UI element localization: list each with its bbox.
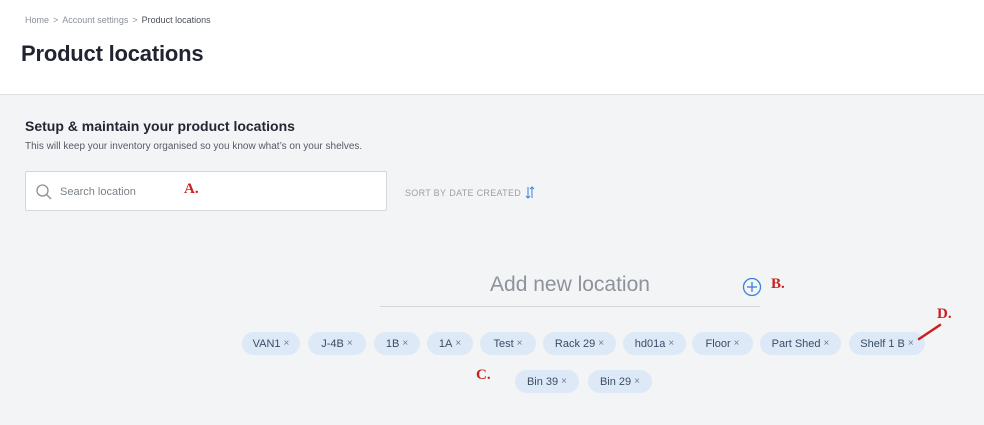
remove-tag-icon[interactable]: × [347, 338, 353, 349]
breadcrumb-separator: > [132, 15, 138, 25]
search-icon [36, 184, 52, 200]
remove-tag-icon[interactable]: × [824, 338, 830, 349]
breadcrumb: Home > Account settings > Product locati… [25, 15, 211, 25]
add-location-input[interactable] [380, 266, 760, 304]
remove-tag-icon[interactable]: × [284, 338, 290, 349]
location-tag-label: Part Shed [771, 337, 821, 350]
remove-tag-icon[interactable]: × [634, 376, 640, 387]
remove-tag-icon[interactable]: × [455, 338, 461, 349]
page-header: Home > Account settings > Product locati… [0, 0, 984, 95]
annotation-c: C. [476, 367, 491, 383]
location-tag-label: J-4B [321, 337, 344, 350]
remove-tag-icon[interactable]: × [668, 338, 674, 349]
location-tag[interactable]: Test × [480, 332, 536, 355]
page-title: Product locations [21, 41, 204, 66]
sort-value[interactable]: DATE CREATED [449, 188, 521, 198]
sort-control[interactable]: SORT BY DATE CREATED [405, 186, 535, 199]
location-tag[interactable]: Shelf 1 B × [849, 332, 925, 355]
location-tag-label: 1B [385, 337, 400, 350]
section-description: This will keep your inventory organised … [25, 141, 363, 152]
search-input[interactable] [60, 182, 200, 202]
search-box [25, 171, 387, 211]
add-circle-icon[interactable] [742, 277, 762, 297]
add-location-field [380, 266, 760, 307]
annotation-a: A. [184, 181, 199, 197]
location-tag[interactable]: 1B × [374, 332, 420, 355]
remove-tag-icon[interactable]: × [908, 338, 914, 349]
location-tag-label: 1A [438, 337, 453, 350]
location-tag[interactable]: hd01a × [623, 332, 686, 355]
breadcrumb-separator: > [53, 15, 59, 25]
location-tag-label: Rack 29 [554, 337, 596, 350]
location-tag-label: Shelf 1 B [860, 337, 905, 350]
location-tag-label: Floor [705, 337, 731, 350]
location-tag[interactable]: VAN1 × [242, 332, 300, 355]
section-title: Setup & maintain your product locations [25, 118, 295, 134]
remove-tag-icon[interactable]: × [561, 376, 567, 387]
location-tag[interactable]: Part Shed × [760, 332, 841, 355]
breadcrumb-home[interactable]: Home [25, 15, 49, 25]
location-tag[interactable]: Rack 29 × [543, 332, 616, 355]
location-tag[interactable]: 1A × [427, 332, 473, 355]
location-tag-label: Bin 29 [599, 375, 632, 388]
sort-label: SORT BY [405, 187, 447, 198]
breadcrumb-current: Product locations [141, 15, 211, 25]
location-tag-label: VAN1 [252, 337, 281, 350]
location-tag-label: Test [493, 337, 514, 350]
remove-tag-icon[interactable]: × [734, 338, 740, 349]
location-tag-label: hd01a [634, 337, 666, 350]
remove-tag-icon[interactable]: × [402, 338, 408, 349]
breadcrumb-account-settings[interactable]: Account settings [62, 15, 128, 25]
annotation-d: D. [937, 306, 952, 322]
location-tag[interactable]: Floor × [692, 332, 753, 355]
location-tag[interactable]: J-4B × [308, 332, 366, 355]
remove-tag-icon[interactable]: × [598, 338, 604, 349]
location-tag[interactable]: Bin 39 × [515, 370, 579, 393]
remove-tag-icon[interactable]: × [517, 338, 523, 349]
sort-direction-icon[interactable] [525, 186, 535, 199]
location-tag[interactable]: Bin 29 × [588, 370, 652, 393]
location-tag-label: Bin 39 [526, 375, 559, 388]
annotation-b: B. [771, 276, 785, 292]
